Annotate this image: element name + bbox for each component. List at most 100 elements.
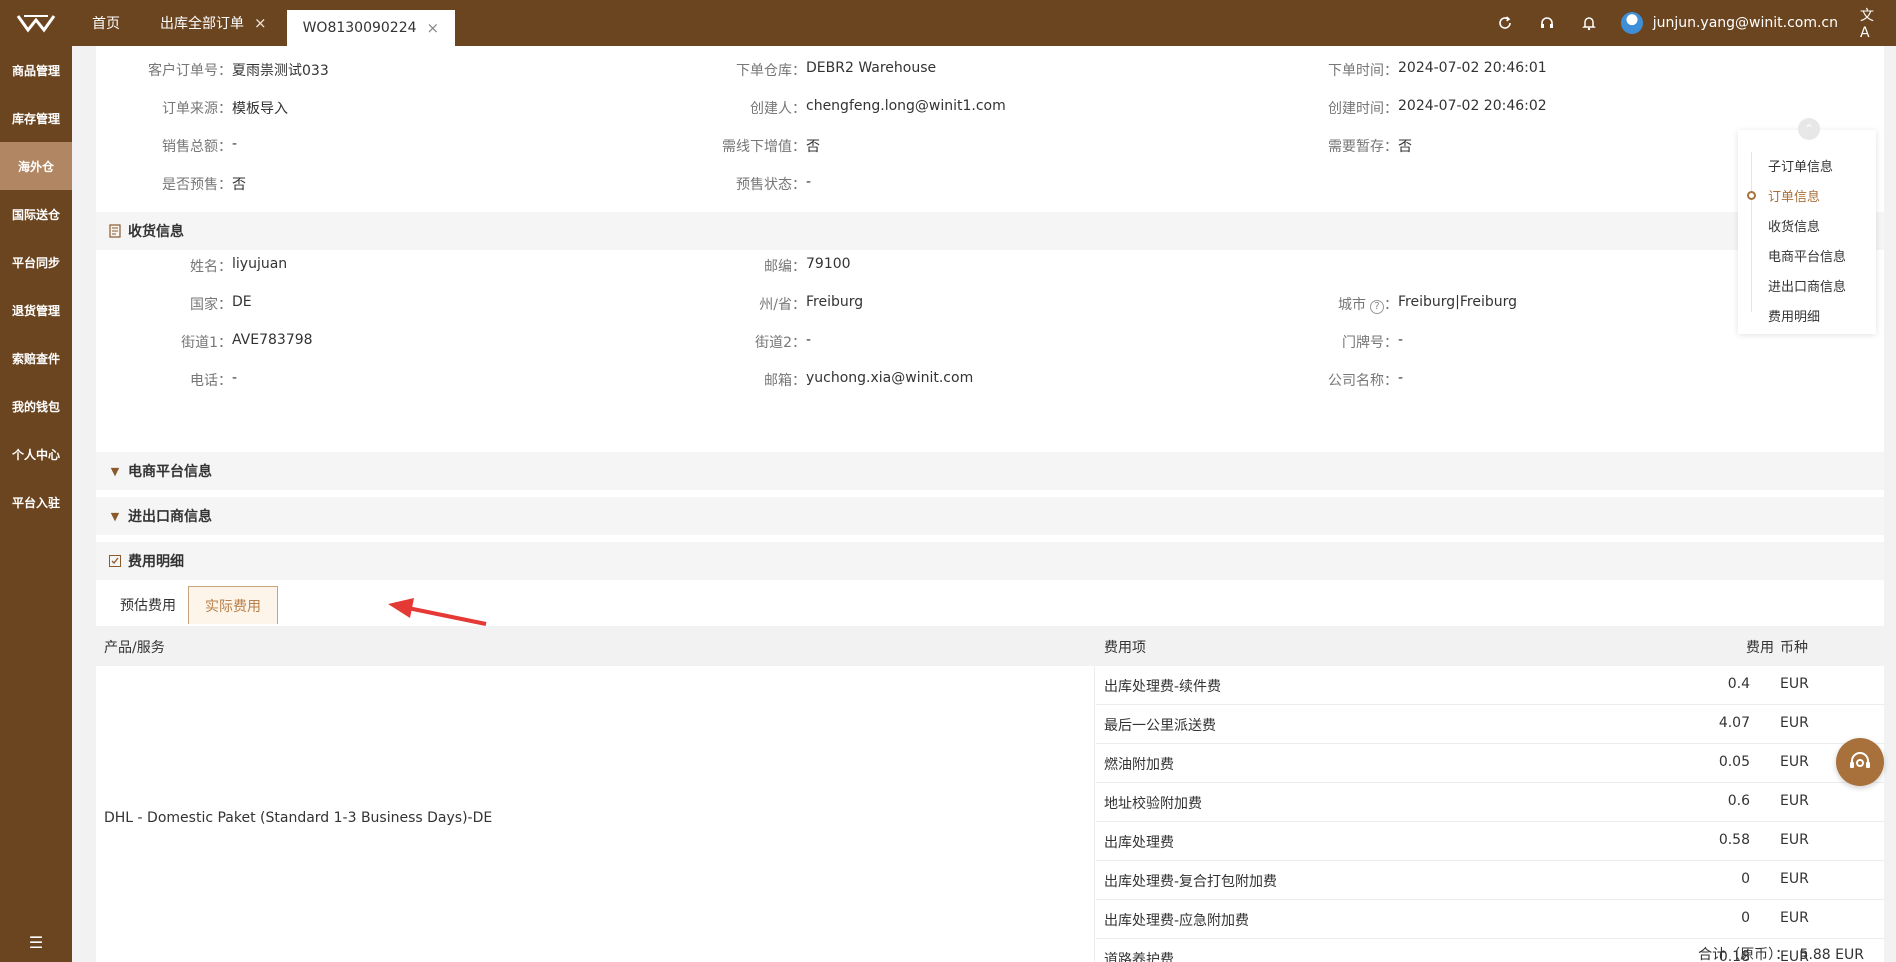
field-label-text: 邮箱：	[764, 373, 806, 389]
field-label-text: 客户订单号：	[148, 63, 232, 79]
close-icon[interactable]: ×	[427, 19, 440, 37]
sidebar-item-1[interactable]: 库存管理	[0, 94, 72, 142]
field-label: 预售状态：	[686, 174, 806, 194]
importer-section-title: 进出口商信息	[128, 509, 212, 525]
field-value: chengfeng.long@winit1.com	[806, 98, 1006, 114]
fee-currency-cell: EUR	[1780, 910, 1809, 926]
importer-section-header[interactable]: ▼ 进出口商信息	[96, 497, 1884, 535]
field-label: 街道2：	[686, 332, 806, 352]
field-label-text: 需线下增值：	[722, 139, 806, 155]
tab-0[interactable]: 首页	[72, 0, 140, 46]
field-value: 2024-07-02 20:46:02	[1398, 98, 1547, 114]
collapse-menu-icon[interactable]: ☰	[0, 933, 72, 952]
table-row: 最后一公里派送费 4.07 EUR	[1096, 705, 1884, 744]
field-value: -	[232, 136, 238, 152]
tab-estimated-fees[interactable]: 预估费用	[102, 586, 194, 624]
fee-item-cell: 最后一公里派送费	[1104, 718, 1216, 734]
user-menu[interactable]: junjun.yang@winit.com.cn	[1620, 12, 1838, 34]
fee-item-cell: 出库处理费-续件费	[1104, 679, 1222, 695]
fee-item-cell: 出库处理费-应急附加费	[1104, 913, 1250, 929]
field-value: AVE783798	[232, 332, 313, 348]
translate-icon[interactable]: 文A	[1860, 8, 1880, 41]
checkbox-icon	[108, 554, 122, 568]
anchor-track	[1751, 152, 1752, 312]
ecommerce-section-header[interactable]: ▼ 电商平台信息	[96, 452, 1884, 490]
sidebar-item-3[interactable]: 国际送仓	[0, 190, 72, 238]
field-label-text: 是否预售：	[162, 177, 232, 193]
field-value: -	[806, 332, 812, 348]
info-field: 街道1： AVE783798	[96, 332, 313, 352]
logo-icon[interactable]	[0, 0, 72, 46]
table-row: 燃油附加费 0.05 EUR	[1096, 744, 1884, 783]
field-value: -	[232, 370, 238, 386]
anchor-item-4[interactable]: 进出口商信息	[1768, 276, 1846, 295]
sidebar: 商品管理 库存管理 海外仓 国际送仓 平台同步 退货管理 索赔查件 我的钱包 个人中心 平台入驻 …	[0, 46, 72, 962]
field-label-text: 邮编：	[764, 259, 806, 275]
sidebar-item-7[interactable]: 我的钱包	[0, 382, 72, 430]
field-label: 门牌号：	[1278, 332, 1398, 352]
help-icon[interactable]: ?	[1370, 299, 1384, 314]
field-label-text: 创建人：	[750, 101, 806, 117]
sidebar-item-8[interactable]: 个人中心	[0, 430, 72, 478]
info-field: 街道2： -	[686, 332, 811, 352]
tab-2[interactable]: WO8130090224 ×	[286, 10, 456, 46]
field-label: 需要暂存：	[1278, 136, 1398, 156]
order-detail-content: 客户订单号： 夏雨祟测试033 下单仓库： DEBR2 Warehouse 下单时间： 2…	[96, 46, 1884, 962]
bell-icon[interactable]	[1579, 13, 1599, 33]
field-label-text: 姓名：	[190, 259, 232, 275]
info-field: 姓名： liyujuan	[96, 256, 287, 276]
field-label: 客户订单号：	[96, 60, 232, 80]
fee-amount-cell: 0.05	[1718, 754, 1750, 770]
info-field: 需线下增值：否	[686, 136, 820, 156]
sidebar-item-2[interactable]: 海外仓	[0, 142, 72, 190]
fee-item-cell: 道路养护费	[1104, 952, 1174, 962]
sidebar-item-6[interactable]: 索赔查件	[0, 334, 72, 382]
chevron-up-icon[interactable]: ⌃	[1798, 118, 1820, 140]
field-value: -	[1398, 332, 1404, 348]
fee-amount-cell: 0.6	[1727, 793, 1750, 809]
customer-service-icon[interactable]	[1836, 738, 1884, 786]
field-label-text: 公司名称：	[1328, 373, 1398, 389]
field-label: 下单仓库：	[686, 60, 806, 80]
user-email: junjun.yang@winit.com.cn	[1652, 15, 1838, 31]
close-icon[interactable]: ×	[254, 14, 267, 32]
info-field: 电话： -	[96, 370, 237, 390]
field-value: Freiburg	[806, 294, 864, 310]
header-currency: 币种	[1780, 640, 1808, 656]
fee-amount-cell: 0	[1741, 871, 1750, 887]
caret-down-icon: ▼	[110, 509, 120, 523]
field-label: 邮编：	[686, 256, 806, 276]
fee-total-value: 5.88 EUR	[1799, 947, 1864, 962]
table-row: 地址校验附加费 0.6 EUR	[1096, 783, 1884, 822]
field-label: 订单来源：	[96, 98, 232, 118]
sidebar-item-5[interactable]: 退货管理	[0, 286, 72, 334]
fee-amount-cell: 4.07	[1718, 715, 1750, 731]
field-value: yuchong.xia@winit.com	[806, 370, 974, 386]
field-value: 2024-07-02 20:46:01	[1398, 60, 1547, 76]
field-label: 需线下增值：	[686, 136, 806, 156]
receiver-section-header: 收货信息	[96, 212, 1884, 250]
sidebar-item-0[interactable]: 商品管理	[0, 46, 72, 94]
headset-icon[interactable]	[1537, 13, 1557, 33]
fee-amount-cell: 0	[1741, 910, 1750, 926]
anchor-item-2[interactable]: 收货信息	[1768, 216, 1820, 235]
fee-currency-cell: EUR	[1780, 676, 1809, 692]
anchor-item-5[interactable]: 费用明细	[1768, 306, 1820, 325]
anchor-item-3[interactable]: 电商平台信息	[1768, 246, 1846, 265]
page-tabs: 首页 出库全部订单 × WO8130090224 ×	[72, 0, 456, 46]
table-row: 出库处理费-应急附加费 0 EUR	[1096, 900, 1884, 939]
field-label: 姓名：	[96, 256, 232, 276]
field-label: 创建时间：	[1278, 98, 1398, 118]
tab-1[interactable]: 出库全部订单 ×	[140, 0, 287, 46]
sidebar-item-4[interactable]: 平台同步	[0, 238, 72, 286]
anchor-item-0[interactable]: 子订单信息	[1768, 156, 1833, 175]
sidebar-item-9[interactable]: 平台入驻	[0, 478, 72, 526]
field-label: 是否预售：	[96, 174, 232, 194]
anchor-item-1[interactable]: 订单信息	[1768, 186, 1820, 205]
info-field: 邮箱： yuchong.xia@winit.com	[686, 370, 973, 390]
info-field: 客户订单号： 夏雨祟测试033	[96, 60, 329, 80]
refresh-icon[interactable]	[1495, 13, 1515, 33]
tab-actual-fees[interactable]: 实际费用	[188, 586, 278, 624]
caret-down-icon: ▼	[110, 464, 120, 478]
main-area: 客户订单号： 夏雨祟测试033 下单仓库： DEBR2 Warehouse 下单时间： 2…	[72, 46, 1896, 962]
